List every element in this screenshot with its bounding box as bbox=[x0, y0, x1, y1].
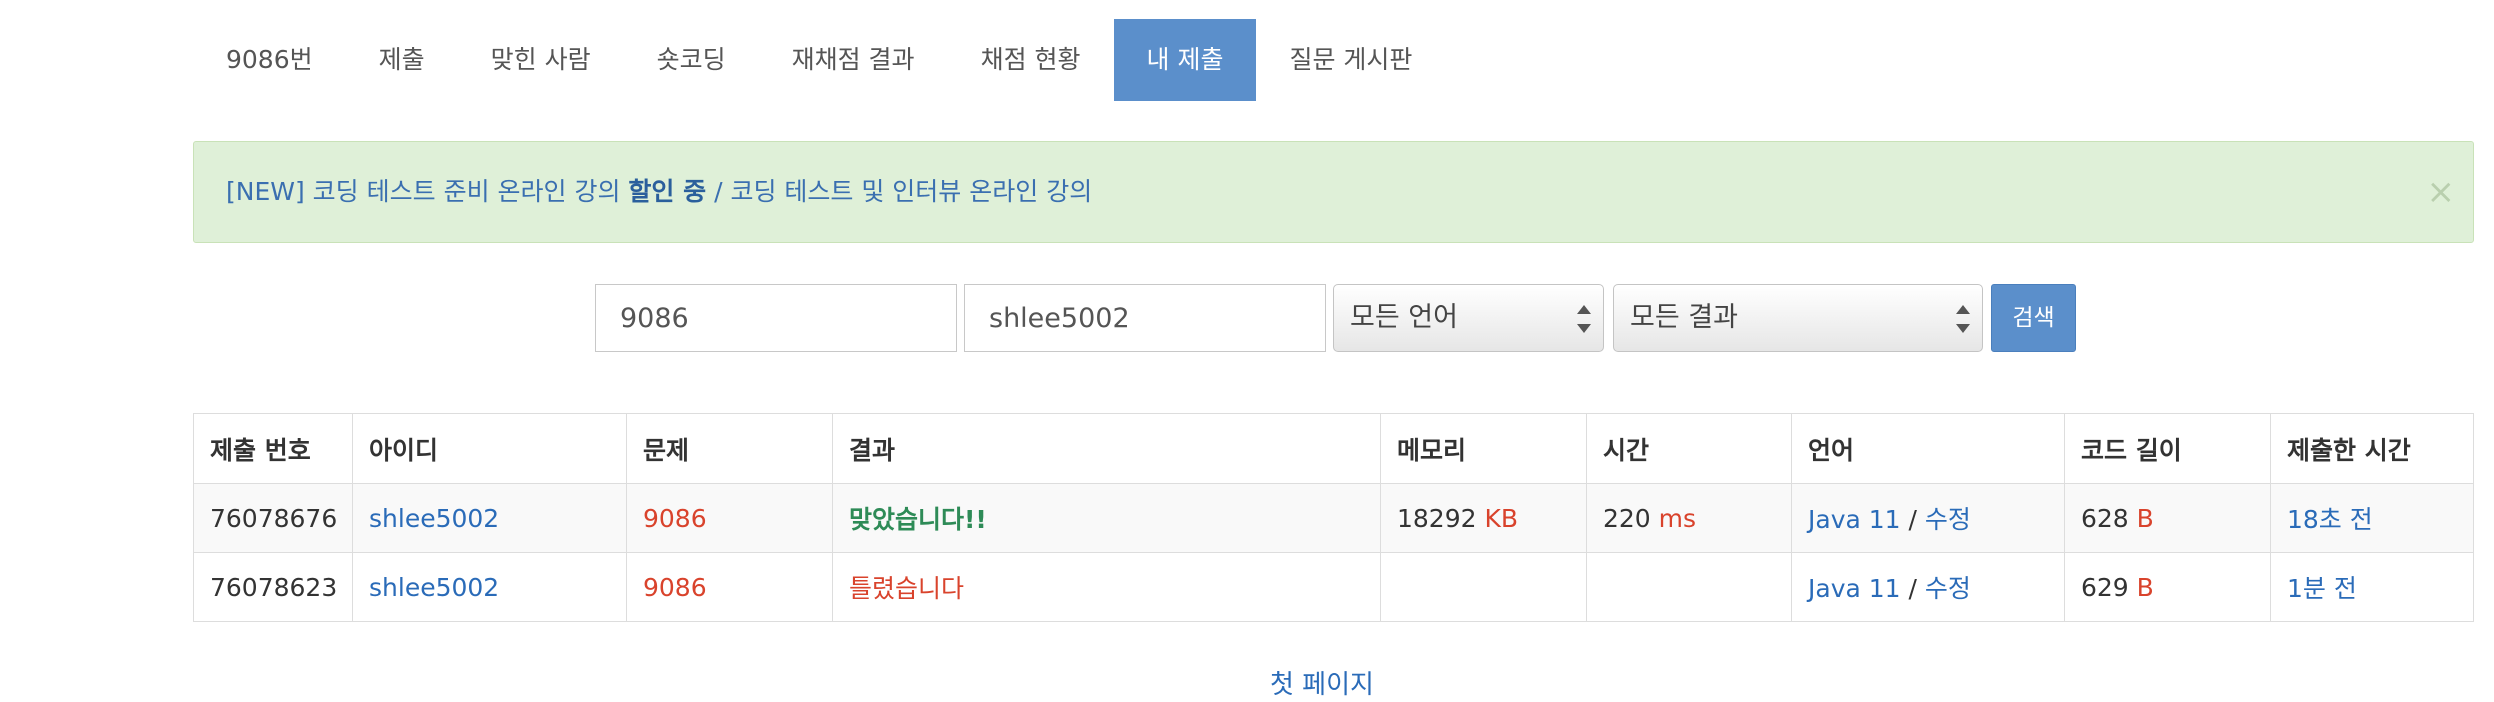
header-problem: 문제 bbox=[626, 413, 833, 484]
problem-link[interactable]: 9086 bbox=[643, 573, 707, 602]
problem-tabs: 9086번 제출 맞힌 사람 숏코딩 재채점 결과 채점 현황 내 제출 질문 … bbox=[193, 19, 1445, 101]
select-arrows-icon bbox=[1956, 305, 1970, 333]
edit-link[interactable]: 수정 bbox=[1925, 574, 1971, 603]
tab-submit[interactable]: 제출 bbox=[346, 19, 458, 101]
promo-link-discount[interactable]: [NEW] 코딩 테스트 준비 온라인 강의 할인 중 bbox=[226, 177, 706, 206]
select-arrows-icon bbox=[1577, 305, 1591, 333]
header-user: 아이디 bbox=[352, 413, 627, 484]
table-row: 76078623 shlee5002 9086 틀렸습니다 Java 11 / … bbox=[193, 552, 2474, 622]
user-link[interactable]: shlee5002 bbox=[369, 504, 499, 533]
search-button[interactable]: 검색 bbox=[1991, 284, 2076, 352]
header-submission-id: 제출 번호 bbox=[193, 413, 353, 484]
tab-solvers[interactable]: 맞힌 사람 bbox=[458, 19, 624, 101]
submissions-table: 제출 번호 아이디 문제 결과 메모리 시간 언어 코드 길이 제출한 시간 7… bbox=[193, 413, 2474, 622]
language-separator: / bbox=[1908, 505, 1917, 534]
memory-value: 18292 bbox=[1397, 503, 1477, 533]
header-result: 결과 bbox=[832, 413, 1381, 484]
tab-qna-board[interactable]: 질문 게시판 bbox=[1256, 19, 1445, 101]
problem-id-input[interactable] bbox=[595, 284, 957, 352]
table-header-row: 제출 번호 아이디 문제 결과 메모리 시간 언어 코드 길이 제출한 시간 bbox=[193, 413, 2474, 484]
result-select[interactable]: 모든 결과 bbox=[1613, 284, 1983, 352]
problem-link[interactable]: 9086 bbox=[643, 504, 707, 533]
submitted-time-link[interactable]: 1분 전 bbox=[2287, 574, 2357, 603]
table-row: 76078676 shlee5002 9086 맞았습니다!! 18292 KB… bbox=[193, 483, 2474, 553]
language-select-value: 모든 언어 bbox=[1350, 302, 1458, 333]
tab-short-coding[interactable]: 숏코딩 bbox=[624, 19, 759, 101]
tab-rejudge[interactable]: 재채점 결과 bbox=[759, 19, 948, 101]
language-link[interactable]: Java 11 bbox=[1808, 505, 1901, 534]
first-page-link[interactable]: 첫 페이지 bbox=[1270, 664, 1374, 701]
header-memory: 메모리 bbox=[1380, 413, 1587, 484]
header-time: 시간 bbox=[1586, 413, 1792, 484]
tab-my-submissions[interactable]: 내 제출 bbox=[1113, 19, 1257, 101]
promo-link-text: [NEW] 코딩 테스트 준비 온라인 강의 bbox=[226, 177, 629, 206]
code-length-unit: B bbox=[2136, 503, 2154, 533]
header-code-length: 코드 길이 bbox=[2064, 413, 2271, 484]
code-length-value: 628 bbox=[2081, 503, 2129, 533]
code-length-value: 629 bbox=[2081, 572, 2129, 602]
promo-alert: [NEW] 코딩 테스트 준비 온라인 강의 할인 중 / 코딩 테스트 및 인… bbox=[193, 141, 2474, 243]
language-select[interactable]: 모든 언어 bbox=[1333, 284, 1604, 352]
result-wrong: 틀렸습니다 bbox=[849, 574, 965, 603]
search-form: 모든 언어 모든 결과 검색 bbox=[0, 284, 2494, 352]
cell-submission-id: 76078623 bbox=[193, 552, 353, 622]
tab-problem[interactable]: 9086번 bbox=[193, 19, 346, 101]
language-separator: / bbox=[1908, 574, 1917, 603]
user-link[interactable]: shlee5002 bbox=[369, 573, 499, 602]
cell-submission-id: 76078676 bbox=[193, 483, 353, 553]
header-submitted-time: 제출한 시간 bbox=[2270, 413, 2474, 484]
code-length-unit: B bbox=[2136, 572, 2154, 602]
result-accepted: 맞았습니다!! bbox=[849, 505, 987, 534]
time-value: 220 bbox=[1603, 503, 1651, 533]
memory-unit: KB bbox=[1484, 503, 1519, 533]
submitted-time-link[interactable]: 18초 전 bbox=[2287, 505, 2373, 534]
promo-separator: / bbox=[706, 177, 731, 206]
user-id-input[interactable] bbox=[964, 284, 1326, 352]
promo-link-interview[interactable]: 코딩 테스트 및 인터뷰 온라인 강의 bbox=[730, 177, 1092, 206]
time-unit: ms bbox=[1658, 503, 1697, 533]
tab-status[interactable]: 채점 현황 bbox=[948, 19, 1114, 101]
language-link[interactable]: Java 11 bbox=[1808, 574, 1901, 603]
promo-link-bold: 할인 중 bbox=[628, 177, 707, 206]
header-language: 언어 bbox=[1791, 413, 2065, 484]
result-select-value: 모든 결과 bbox=[1630, 302, 1738, 333]
close-icon[interactable]: × bbox=[2427, 142, 2456, 242]
edit-link[interactable]: 수정 bbox=[1925, 505, 1971, 534]
